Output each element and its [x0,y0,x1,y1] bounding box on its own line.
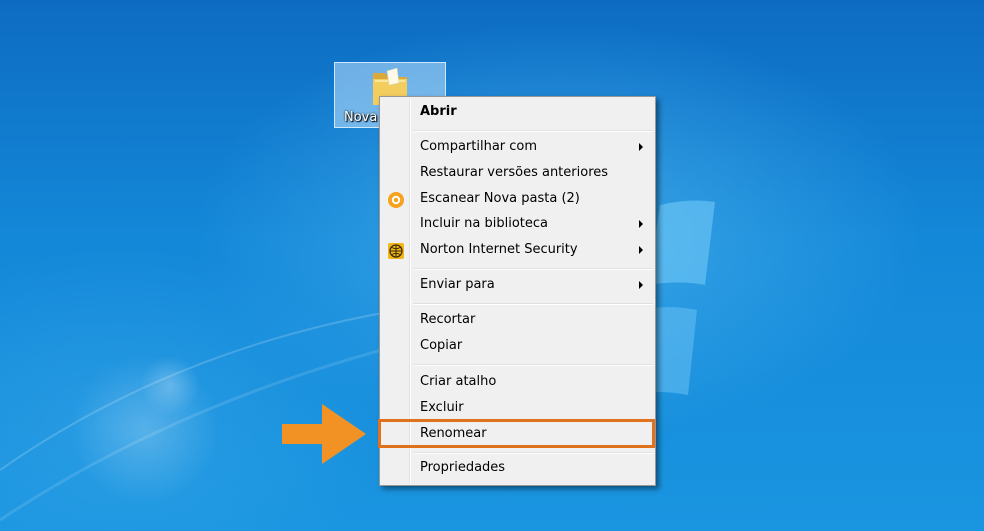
menu-item-label: Enviar para [420,277,495,292]
light-glow-small [140,355,200,415]
orange-pointer-arrow-icon [282,404,366,464]
menu-item-restore-versions[interactable]: Restaurar versões anteriores [382,162,653,186]
rename-highlight-box [378,419,655,448]
menu-item-cut[interactable]: Recortar [382,309,653,333]
menu-item-include-library[interactable]: Incluir na biblioteca [382,213,653,237]
menu-item-open[interactable]: Abrir [382,101,653,125]
submenu-arrow-icon [639,281,643,289]
menu-item-label: Excluir [420,400,464,415]
menu-item-label: Compartilhar com [420,139,538,154]
avast-scan-icon [388,192,404,208]
menu-item-label: Copiar [420,338,463,353]
desktop[interactable]: Nova Abrir Compartilhar com Restaurar ve… [0,0,984,531]
menu-item-norton[interactable]: Norton Internet Security [382,239,653,263]
submenu-arrow-icon [639,220,643,228]
menu-separator [413,130,653,132]
menu-item-label: Escanear Nova pasta (2) [420,191,580,206]
submenu-arrow-icon [639,143,643,151]
menu-separator [413,268,653,270]
menu-item-label: Incluir na biblioteca [420,216,549,231]
menu-item-copy[interactable]: Copiar [382,335,653,359]
menu-item-label: Norton Internet Security [420,242,578,257]
submenu-arrow-icon [639,246,643,254]
menu-item-label: Criar atalho [420,374,497,389]
menu-item-send-to[interactable]: Enviar para [382,274,653,298]
desktop-folder-label: Nova [344,110,378,125]
menu-item-label: Propriedades [420,460,506,475]
menu-item-label: Recortar [420,312,476,327]
menu-separator [413,364,653,366]
norton-globe-icon [388,243,404,259]
menu-item-create-shortcut[interactable]: Criar atalho [382,371,653,395]
menu-item-share-with[interactable]: Compartilhar com [382,136,653,160]
menu-item-scan[interactable]: Escanear Nova pasta (2) [382,188,653,212]
menu-item-delete[interactable]: Excluir [382,397,653,421]
menu-separator [413,303,653,305]
menu-item-label: Abrir [420,104,457,119]
menu-separator [413,452,653,454]
menu-item-properties[interactable]: Propriedades [382,457,653,481]
menu-item-label: Restaurar versões anteriores [420,165,609,180]
